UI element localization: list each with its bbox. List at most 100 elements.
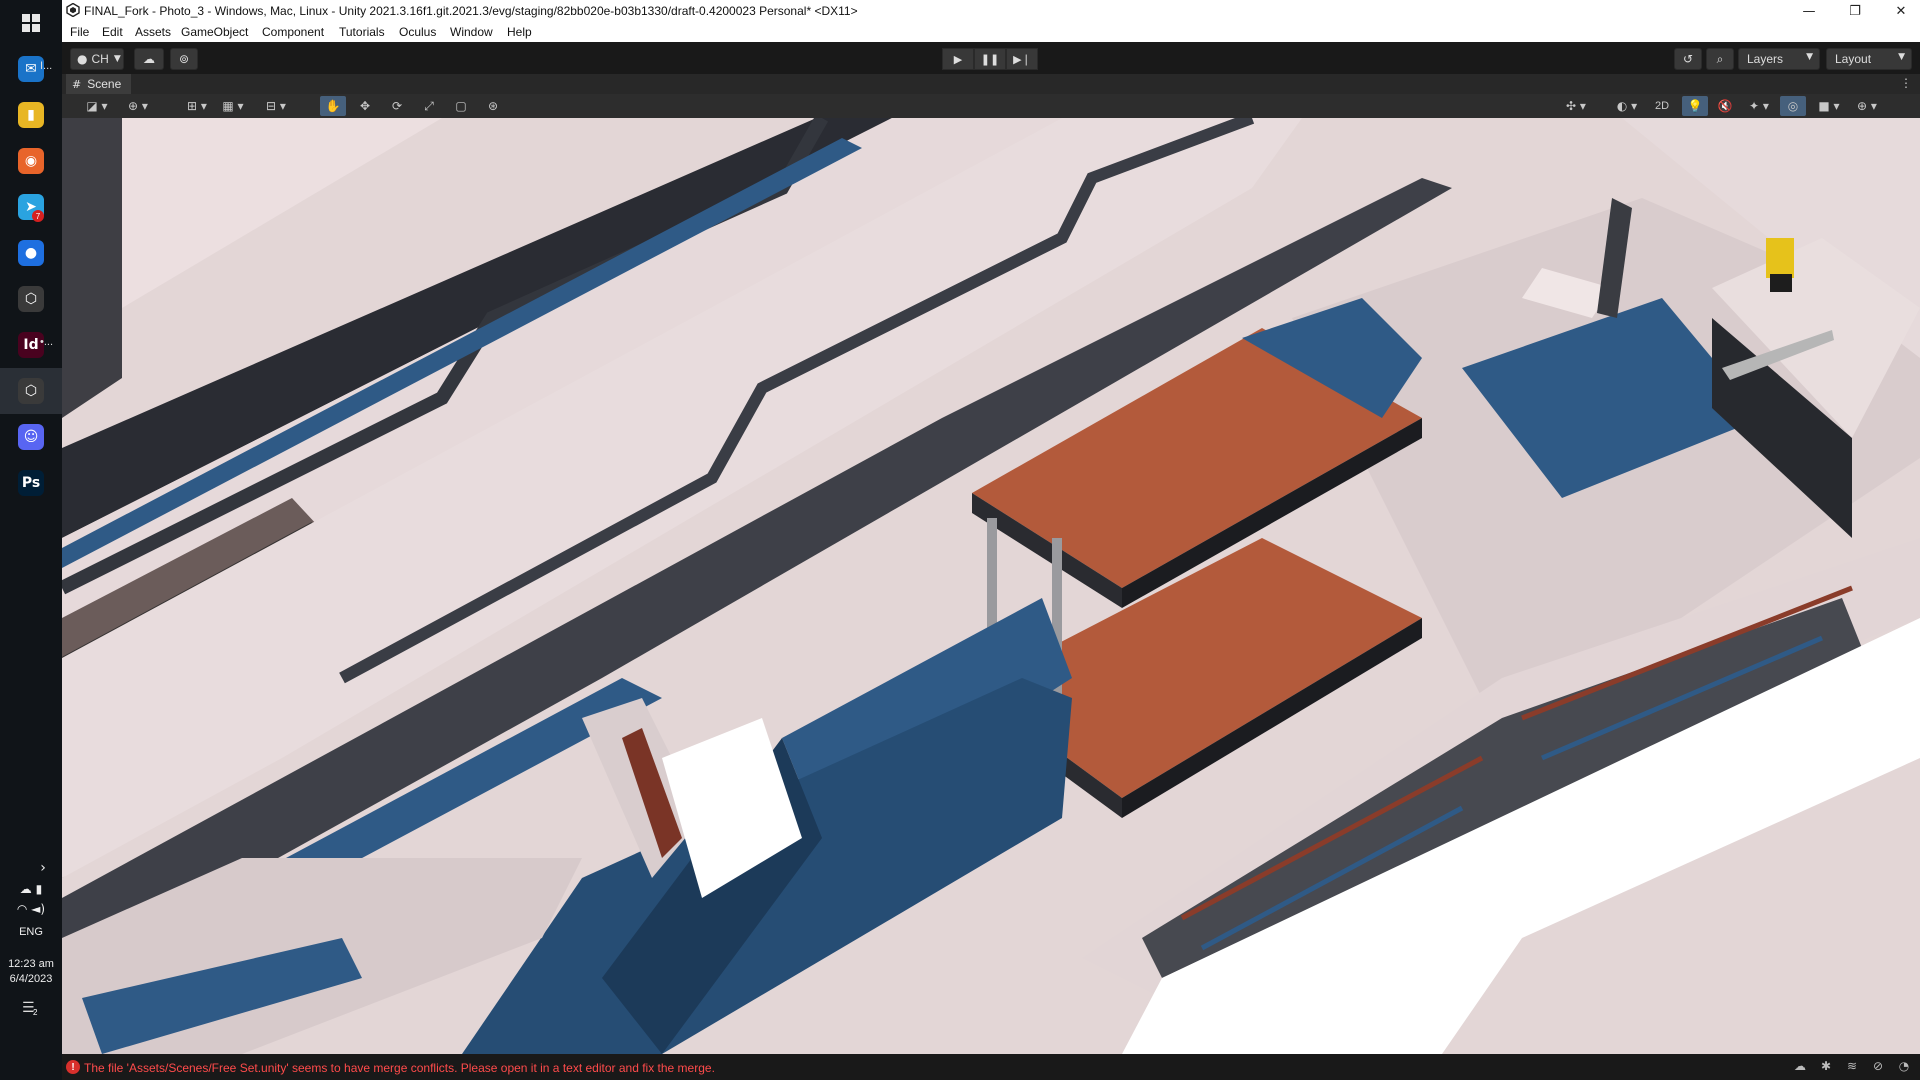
scene-viewport[interactable] bbox=[62, 118, 1920, 1054]
file-explorer-icon: ▮ bbox=[18, 102, 44, 128]
toggle-2d-label: 2D bbox=[1654, 100, 1670, 112]
cloud-icon: ☁ bbox=[143, 52, 155, 66]
menu-help[interactable]: Help bbox=[507, 25, 532, 39]
clock-date[interactable]: 6/4/2023 bbox=[0, 973, 62, 985]
effects-dropdown[interactable]: ✦ ▾ bbox=[1742, 96, 1776, 116]
tab-scene-label: Scene bbox=[87, 77, 122, 91]
clock-time[interactable]: 12:23 am bbox=[0, 958, 62, 970]
transform-tool-button[interactable]: ⊛ bbox=[480, 96, 506, 116]
main-toolbar: ● CH ▼ ☁ ⊚ ▶ ❚❚ ▶❘ ↺ ⌕ Layers ▼ Layout ▼ bbox=[62, 42, 1920, 74]
shading-mode-dropdown[interactable]: ◐ ▾ bbox=[1610, 96, 1644, 116]
rotate-tool-button[interactable]: ⟳ bbox=[384, 96, 410, 116]
chevron-down-icon: ▼ bbox=[113, 54, 121, 64]
pivot-dropdown[interactable]: ✣ ▾ bbox=[1556, 96, 1596, 116]
shading-sphere-icon: ◐ ▾ bbox=[1616, 99, 1638, 113]
menu-component[interactable]: Component bbox=[262, 25, 324, 39]
audio-mute-icon: 🔇 bbox=[1717, 99, 1733, 113]
taskbar-app-mail[interactable]: ✉ I... bbox=[0, 46, 62, 92]
play-icon: ▶ bbox=[953, 52, 963, 66]
audio-toggle-button[interactable]: 🔇 bbox=[1712, 96, 1738, 116]
taskbar-app-maps[interactable]: ● bbox=[0, 230, 62, 276]
hand-tool-button[interactable]: ✋ bbox=[320, 96, 346, 116]
pivot-icon: ✣ ▾ bbox=[1566, 99, 1586, 113]
collab-icon: ⊚ bbox=[178, 52, 190, 66]
move-tool-button[interactable]: ✥ bbox=[352, 96, 378, 116]
cloud-sync-icon[interactable]: ☁ bbox=[1792, 1059, 1808, 1075]
layers-stack-icon[interactable]: ≋ bbox=[1844, 1059, 1860, 1075]
step-icon: ▶❘ bbox=[1013, 52, 1031, 66]
taskbar-app-photoshop[interactable]: Ps bbox=[0, 460, 62, 506]
error-icon: ! bbox=[66, 1060, 80, 1074]
notification-center-button[interactable]: ☰ 2 bbox=[22, 1000, 42, 1018]
panel-menu-icon[interactable]: ⋮ bbox=[1900, 76, 1912, 90]
menu-oculus[interactable]: Oculus bbox=[399, 25, 436, 39]
maps-icon: ● bbox=[18, 240, 44, 266]
debug-off-icon[interactable]: ⊘ bbox=[1870, 1059, 1886, 1075]
unity-logo-icon bbox=[66, 3, 80, 17]
restore-button[interactable]: ❐ bbox=[1832, 0, 1878, 22]
move-icon: ✥ bbox=[359, 99, 371, 113]
close-button[interactable]: ✕ bbox=[1878, 0, 1920, 22]
layout-dropdown[interactable]: Layout ▼ bbox=[1826, 48, 1912, 70]
menu-gameobject[interactable]: GameObject bbox=[181, 25, 248, 39]
tab-scene[interactable]: # Scene bbox=[66, 74, 132, 94]
scale-tool-button[interactable]: ⤢ bbox=[416, 96, 442, 116]
account-dropdown[interactable]: ● CH ▼ bbox=[70, 48, 124, 70]
pause-button[interactable]: ❚❚ bbox=[974, 48, 1006, 70]
draw-mode-dropdown[interactable]: ◪ ▾ bbox=[80, 96, 114, 116]
step-button[interactable]: ▶❘ bbox=[1006, 48, 1038, 70]
cloud-button[interactable]: ☁ bbox=[134, 48, 164, 70]
system-tray: › ☁ ▮ ◠ ◄) ENG 12:23 am 6/4/2023 ☰ 2 bbox=[0, 860, 62, 1080]
minimize-button[interactable]: — bbox=[1786, 0, 1832, 22]
error-message[interactable]: The file 'Assets/Scenes/Free Set.unity' … bbox=[84, 1061, 715, 1075]
taskbar-app-firefox[interactable]: ◉ bbox=[0, 138, 62, 184]
gizmos-dropdown[interactable]: ⊕ ▾ bbox=[1850, 96, 1884, 116]
global-local-dropdown[interactable]: ⊕ ▾ bbox=[120, 96, 156, 116]
menu-assets[interactable]: Assets bbox=[135, 25, 171, 39]
snap-grid-dropdown[interactable]: ⊞ ▾ bbox=[180, 96, 214, 116]
scene-tab-bar: # Scene ⋮ bbox=[62, 74, 1920, 94]
taskbar-app-telegram[interactable]: ➤ 7 bbox=[0, 184, 62, 230]
grid-visibility-dropdown[interactable]: ▦ ▾ bbox=[216, 96, 250, 116]
search-button[interactable]: ⌕ bbox=[1706, 48, 1734, 70]
scene-render bbox=[62, 118, 1920, 1054]
windows-logo-icon bbox=[22, 14, 40, 32]
language-indicator[interactable]: ENG bbox=[0, 926, 62, 938]
restore-icon: ❐ bbox=[1849, 3, 1861, 19]
close-icon: ✕ bbox=[1895, 3, 1907, 19]
bug-icon[interactable]: ✱ bbox=[1818, 1059, 1834, 1075]
lightbulb-icon: 💡 bbox=[1687, 99, 1703, 113]
progress-icon[interactable]: ◔ bbox=[1896, 1059, 1912, 1075]
rect-tool-button[interactable]: ▢ bbox=[448, 96, 474, 116]
undo-history-button[interactable]: ↺ bbox=[1674, 48, 1702, 70]
collab-button[interactable]: ⊚ bbox=[170, 48, 198, 70]
increment-snap-dropdown[interactable]: ⊟ ▾ bbox=[258, 96, 294, 116]
photoshop-icon: Ps bbox=[18, 470, 44, 496]
layers-dropdown[interactable]: Layers ▼ bbox=[1738, 48, 1820, 70]
start-button[interactable] bbox=[0, 0, 62, 46]
taskbar-app-indesign[interactable]: Id •... bbox=[0, 322, 62, 368]
menu-edit[interactable]: Edit bbox=[102, 25, 123, 39]
grid-icon: ▦ ▾ bbox=[222, 99, 244, 113]
scene-visibility-button[interactable]: ◎ bbox=[1780, 96, 1806, 116]
layout-label: Layout bbox=[1835, 52, 1872, 66]
taskbar-app-unity-editor[interactable]: ⬡ bbox=[0, 368, 62, 414]
menu-file[interactable]: File bbox=[70, 25, 89, 39]
rotate-icon: ⟳ bbox=[391, 99, 403, 113]
menu-window[interactable]: Window bbox=[450, 25, 493, 39]
toggle-2d-button[interactable]: 2D bbox=[1648, 96, 1676, 116]
network-volume-icons[interactable]: ◠ ◄) bbox=[0, 902, 62, 916]
camera-settings-dropdown[interactable]: ■ ▾ bbox=[1812, 96, 1846, 116]
menu-bar: File Edit Assets GameObject Component Tu… bbox=[62, 22, 1920, 42]
lighting-toggle-button[interactable]: 💡 bbox=[1682, 96, 1708, 116]
window-title: FINAL_Fork - Photo_3 - Windows, Mac, Lin… bbox=[84, 4, 858, 18]
play-button[interactable]: ▶ bbox=[942, 48, 974, 70]
menu-tutorials[interactable]: Tutorials bbox=[339, 25, 385, 39]
notification-badge: 7 bbox=[32, 210, 44, 222]
taskbar-app-file-explorer[interactable]: ▮ bbox=[0, 92, 62, 138]
taskbar-app-unity-hub[interactable]: ⬡ bbox=[0, 276, 62, 322]
discord-icon: ☺ bbox=[18, 424, 44, 450]
taskbar-app-discord[interactable]: ☺ bbox=[0, 414, 62, 460]
unity-hub-icon: ⬡ bbox=[18, 286, 44, 312]
onedrive-mic-icons[interactable]: ☁ ▮ bbox=[0, 882, 62, 896]
